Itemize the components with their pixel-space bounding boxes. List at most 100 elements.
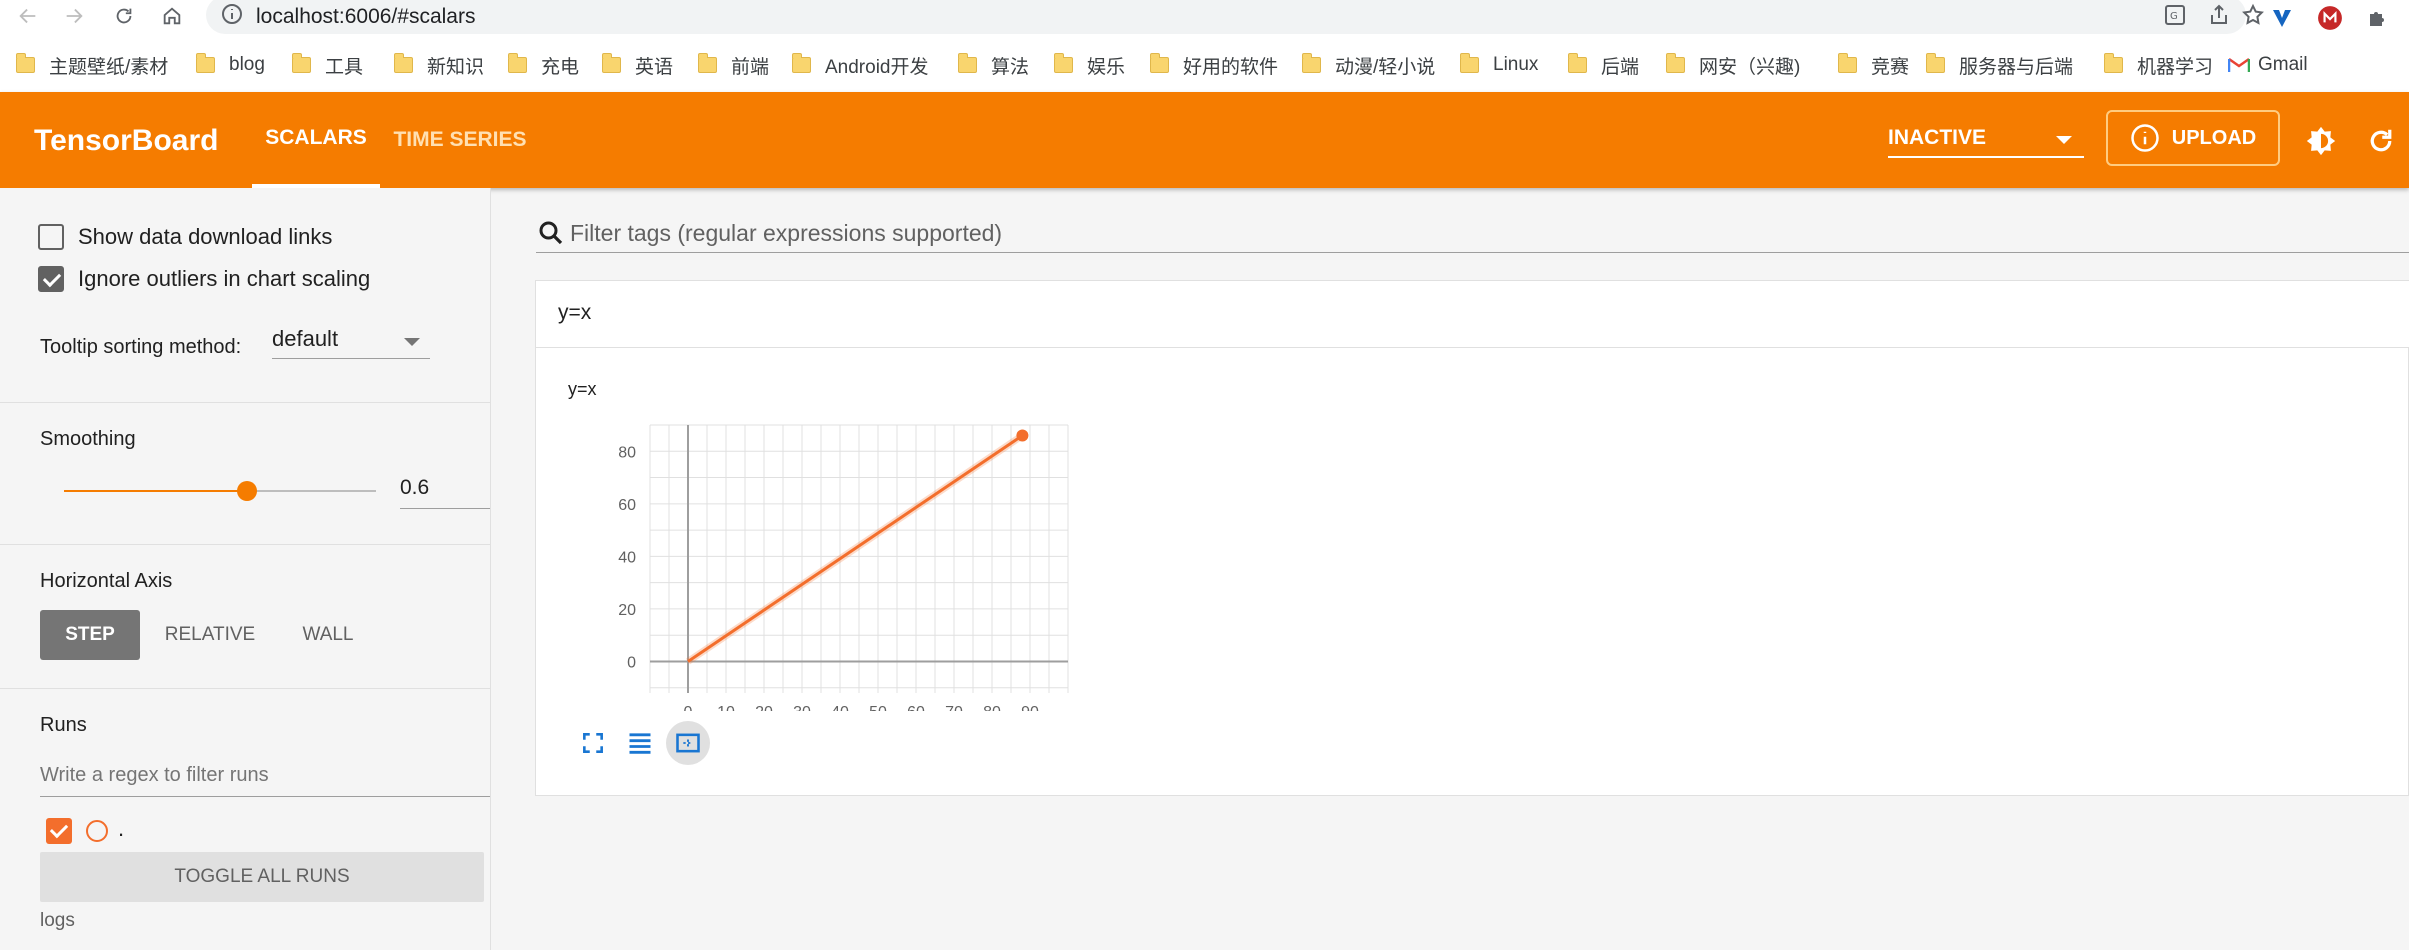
bookmarks-bar: 主题壁纸/素材 blog 工具 新知识 充电 英语 前端 Android开发 算法 娱乐 好用的软件… <box>0 44 2409 84</box>
x-tick-label: 60 <box>907 704 925 711</box>
refresh-icon[interactable] <box>2362 122 2400 160</box>
tag-filter-input[interactable]: Filter tags (regular expressions support… <box>536 212 2409 253</box>
fit-domain-button[interactable] <box>666 721 710 765</box>
browser-chrome: localhost:6006/#scalars G 主题壁纸/素材 blog 工具 新… <box>0 0 2409 92</box>
axis-step-button[interactable]: STEP <box>40 610 140 660</box>
chevron-down-icon <box>404 338 420 346</box>
tooltip-sorting-select[interactable]: default <box>272 324 430 359</box>
smoothing-value: 0.6 <box>400 476 430 499</box>
list-icon <box>629 733 651 754</box>
extensions-puzzle-icon[interactable] <box>2362 2 2394 34</box>
forward-button[interactable] <box>58 2 90 30</box>
bookmark-item[interactable]: Android开发 <box>792 52 929 78</box>
tag-filter-placeholder: Filter tags (regular expressions support… <box>570 220 1003 246</box>
card-title: y=x <box>558 301 592 324</box>
bookmark-item[interactable]: 新知识 <box>394 52 484 78</box>
smoothing-slider-handle[interactable] <box>237 481 258 501</box>
tab-scalars[interactable]: SCALARS <box>252 92 380 188</box>
tab-time-series[interactable]: TIME SERIES <box>380 92 540 188</box>
bookmark-item[interactable]: 工具 <box>292 52 363 78</box>
expand-chart-button[interactable] <box>571 721 615 765</box>
runs-heading: Runs <box>40 714 87 736</box>
axis-relative-button[interactable]: RELATIVE <box>150 610 270 660</box>
folder-icon <box>196 53 215 73</box>
bookmark-item[interactable]: 好用的软件 <box>1150 52 1278 78</box>
upload-button[interactable]: UPLOAD <box>2106 110 2280 166</box>
home-icon <box>163 7 181 25</box>
tensorboard-header: TensorBoard SCALARS TIME SERIES INACTIVE… <box>0 92 2409 188</box>
x-tick-label: 40 <box>831 704 849 711</box>
share-icon[interactable] <box>2204 0 2234 30</box>
search-icon <box>539 221 563 245</box>
bookmark-label: 服务器与后端 <box>1959 56 2074 78</box>
bookmark-item[interactable]: 竞赛 <box>1838 52 1909 78</box>
theme-toggle-icon[interactable] <box>2302 122 2340 160</box>
back-arrow-icon <box>19 8 36 24</box>
bookmark-item[interactable]: blog <box>196 52 265 78</box>
bookmark-item[interactable]: 英语 <box>602 52 673 78</box>
bookmark-item[interactable]: Gmail <box>2227 52 2308 78</box>
bookmark-item[interactable]: 网安（兴趣) <box>1666 52 1800 78</box>
toggle-log-scale-button[interactable] <box>618 721 662 765</box>
smoothing-value-input[interactable]: 0.6 <box>400 474 490 509</box>
bookmark-label: 竞赛 <box>1871 56 1910 78</box>
folder-icon <box>958 53 977 73</box>
run-name: . <box>118 816 125 841</box>
extension-v-icon[interactable] <box>2266 2 2298 34</box>
smoothing-slider[interactable] <box>64 481 376 501</box>
folder-icon <box>16 53 35 73</box>
bookmark-item[interactable]: 娱乐 <box>1054 52 1125 78</box>
runs-filter-input[interactable]: Write a regex to filter runs <box>40 760 490 797</box>
chevron-down-icon <box>2056 136 2072 144</box>
folder-icon <box>698 53 717 73</box>
run-color-swatch[interactable] <box>86 820 108 842</box>
folder-icon <box>394 53 413 73</box>
tooltip-sorting-label: Tooltip sorting method: <box>40 336 242 358</box>
line-chart[interactable]: 0 20 40 60 80 0 10 20 30 40 50 60 70 80 90 <box>556 411 1076 711</box>
run-checkbox[interactable] <box>46 818 72 844</box>
x-tick-label: 20 <box>755 704 773 711</box>
fullscreen-icon <box>583 733 603 753</box>
address-bar[interactable]: localhost:6006/#scalars G <box>206 0 2264 34</box>
divider <box>0 402 490 403</box>
show-download-links-option[interactable]: Show data download links <box>38 224 332 250</box>
home-button[interactable] <box>156 2 188 30</box>
ignore-outliers-label: Ignore outliers in chart scaling <box>78 266 371 291</box>
ignore-outliers-checkbox[interactable] <box>38 266 64 292</box>
folder-icon <box>1568 53 1587 73</box>
svg-text:G: G <box>2170 11 2178 22</box>
folder-icon <box>792 53 811 73</box>
x-tick-label: 80 <box>983 704 1001 711</box>
gmail-icon <box>2227 57 2251 73</box>
toggle-all-runs-button[interactable]: TOGGLE ALL RUNS <box>40 852 484 902</box>
back-button[interactable] <box>12 2 44 30</box>
x-tick-label: 30 <box>793 704 811 711</box>
extension-red-icon[interactable] <box>2314 2 2346 34</box>
translate-icon[interactable]: G <box>2160 0 2190 30</box>
bookmark-label: 好用的软件 <box>1183 56 1279 78</box>
show-download-links-checkbox[interactable] <box>38 224 64 250</box>
bookmark-item[interactable]: 充电 <box>508 52 579 78</box>
bookmark-item[interactable]: 后端 <box>1568 52 1639 78</box>
inactive-plugins-select[interactable]: INACTIVE <box>1888 126 2084 158</box>
bookmark-star-icon[interactable] <box>2238 0 2268 30</box>
bookmark-item[interactable]: 前端 <box>698 52 769 78</box>
folder-icon <box>1838 53 1857 73</box>
ignore-outliers-option[interactable]: Ignore outliers in chart scaling <box>38 266 370 292</box>
bookmark-item[interactable]: 服务器与后端 <box>1926 52 2073 78</box>
y-tick-label: 60 <box>618 497 636 514</box>
bookmark-item[interactable]: 动漫/轻小说 <box>1302 52 1435 78</box>
axis-wall-button[interactable]: WALL <box>280 610 376 660</box>
folder-icon <box>1460 53 1479 73</box>
url-text[interactable]: localhost:6006/#scalars <box>256 5 475 29</box>
reload-button[interactable] <box>108 2 140 30</box>
folder-icon <box>1054 53 1073 73</box>
bookmark-label: Gmail <box>2258 54 2308 75</box>
bookmark-item[interactable]: 主题壁纸/素材 <box>16 52 168 78</box>
bookmark-item[interactable]: 算法 <box>958 52 1029 78</box>
bookmark-item[interactable]: 机器学习 <box>2104 52 2213 78</box>
card-header[interactable]: y=x <box>536 281 2409 348</box>
site-info-icon[interactable] <box>220 2 244 26</box>
sidebar: Show data download links Ignore outliers… <box>0 188 491 950</box>
bookmark-item[interactable]: Linux <box>1460 52 1538 78</box>
